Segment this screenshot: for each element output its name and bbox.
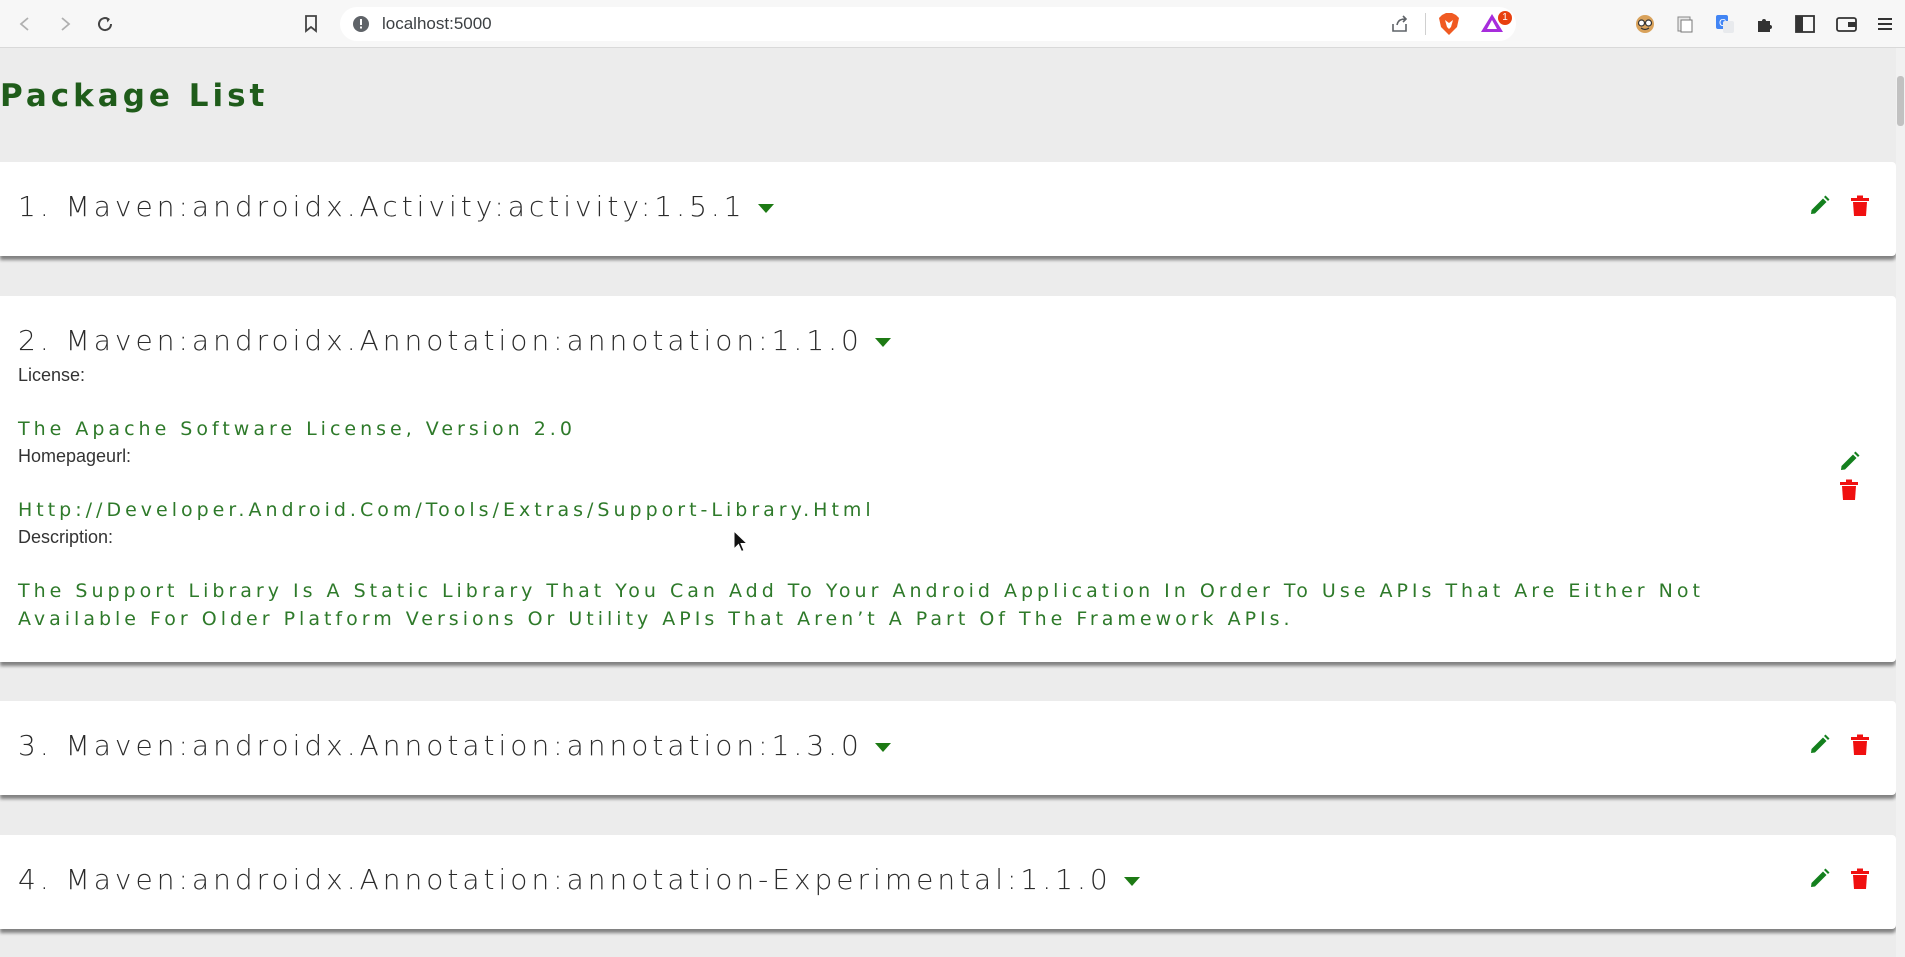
address-divider xyxy=(1425,13,1426,35)
description-label: Description: xyxy=(18,527,114,547)
package-card-2: 2. Maven:androidx.Annotation:annotation:… xyxy=(0,296,1896,662)
edit-icon[interactable] xyxy=(1808,195,1830,217)
description-value: The Support Library Is A Static Library … xyxy=(18,580,1704,630)
caret-down-icon[interactable] xyxy=(874,742,891,752)
clipboard-extension-icon[interactable] xyxy=(1670,9,1700,39)
rewards-badge: 1 xyxy=(1498,11,1512,25)
package-title-2[interactable]: 2. Maven:androidx.Annotation:annotation:… xyxy=(18,324,891,357)
package-title-4[interactable]: 4. Maven:androidx.Annotation:annotation-… xyxy=(18,863,1140,896)
page-scrollbar[interactable] xyxy=(1896,48,1905,957)
package-title-text: 1. Maven:androidx.Activity:activity:1.5.… xyxy=(18,190,746,223)
browser-toolbar: localhost:5000 1 G xyxy=(0,0,1905,48)
homepage-value: Http://Developer.Android.Com/Tools/Extra… xyxy=(18,499,875,521)
license-value: The Apache Software License, Version 2.0 xyxy=(18,418,576,440)
sidebar-icon[interactable] xyxy=(1790,9,1820,39)
edit-icon[interactable] xyxy=(1808,734,1830,756)
extension-icon[interactable] xyxy=(1630,9,1660,39)
info-icon[interactable] xyxy=(352,15,370,33)
menu-icon[interactable] xyxy=(1870,9,1900,39)
brave-shield-icon[interactable] xyxy=(1438,12,1460,36)
package-actions-3 xyxy=(1808,734,1870,756)
caret-down-icon[interactable] xyxy=(757,203,774,213)
delete-icon[interactable] xyxy=(1850,734,1870,756)
back-icon[interactable] xyxy=(10,9,40,39)
page-title: Package List xyxy=(0,78,269,114)
package-actions-2 xyxy=(1838,451,1860,501)
edit-icon[interactable] xyxy=(1808,868,1830,890)
caret-down-icon[interactable] xyxy=(1123,876,1140,886)
forward-icon[interactable] xyxy=(50,9,80,39)
caret-down-icon[interactable] xyxy=(874,337,891,347)
scrollbar-thumb[interactable] xyxy=(1897,76,1904,126)
package-title-3[interactable]: 3. Maven:androidx.Annotation:annotation:… xyxy=(18,729,891,762)
url-text[interactable]: localhost:5000 xyxy=(382,14,492,34)
reload-icon[interactable] xyxy=(90,9,120,39)
package-title-1[interactable]: 1. Maven:androidx.Activity:activity:1.5.… xyxy=(18,190,774,223)
homepage-label: Homepageurl: xyxy=(18,446,132,466)
address-bar[interactable]: localhost:5000 1 xyxy=(340,7,1516,41)
translate-icon[interactable]: G xyxy=(1710,9,1740,39)
mouse-cursor-icon xyxy=(733,529,749,554)
license-label: License: xyxy=(18,365,86,385)
package-actions-1 xyxy=(1808,195,1870,217)
delete-icon[interactable] xyxy=(1850,195,1870,217)
bookmark-icon[interactable] xyxy=(296,9,326,39)
edit-icon[interactable] xyxy=(1838,451,1860,473)
delete-icon[interactable] xyxy=(1839,479,1859,501)
package-title-text: 3. Maven:androidx.Annotation:annotation:… xyxy=(18,729,863,762)
delete-icon[interactable] xyxy=(1850,868,1870,890)
package-actions-4 xyxy=(1808,868,1870,890)
wallet-icon[interactable] xyxy=(1832,9,1862,39)
package-card-1: 1. Maven:androidx.Activity:activity:1.5.… xyxy=(0,162,1896,256)
package-card-4: 4. Maven:androidx.Annotation:annotation-… xyxy=(0,835,1896,929)
puzzle-icon[interactable] xyxy=(1750,9,1780,39)
package-title-text: 2. Maven:androidx.Annotation:annotation:… xyxy=(18,324,863,357)
share-icon[interactable] xyxy=(1390,14,1410,34)
package-title-text: 4. Maven:androidx.Annotation:annotation-… xyxy=(18,863,1112,896)
package-card-3: 3. Maven:androidx.Annotation:annotation:… xyxy=(0,701,1896,795)
